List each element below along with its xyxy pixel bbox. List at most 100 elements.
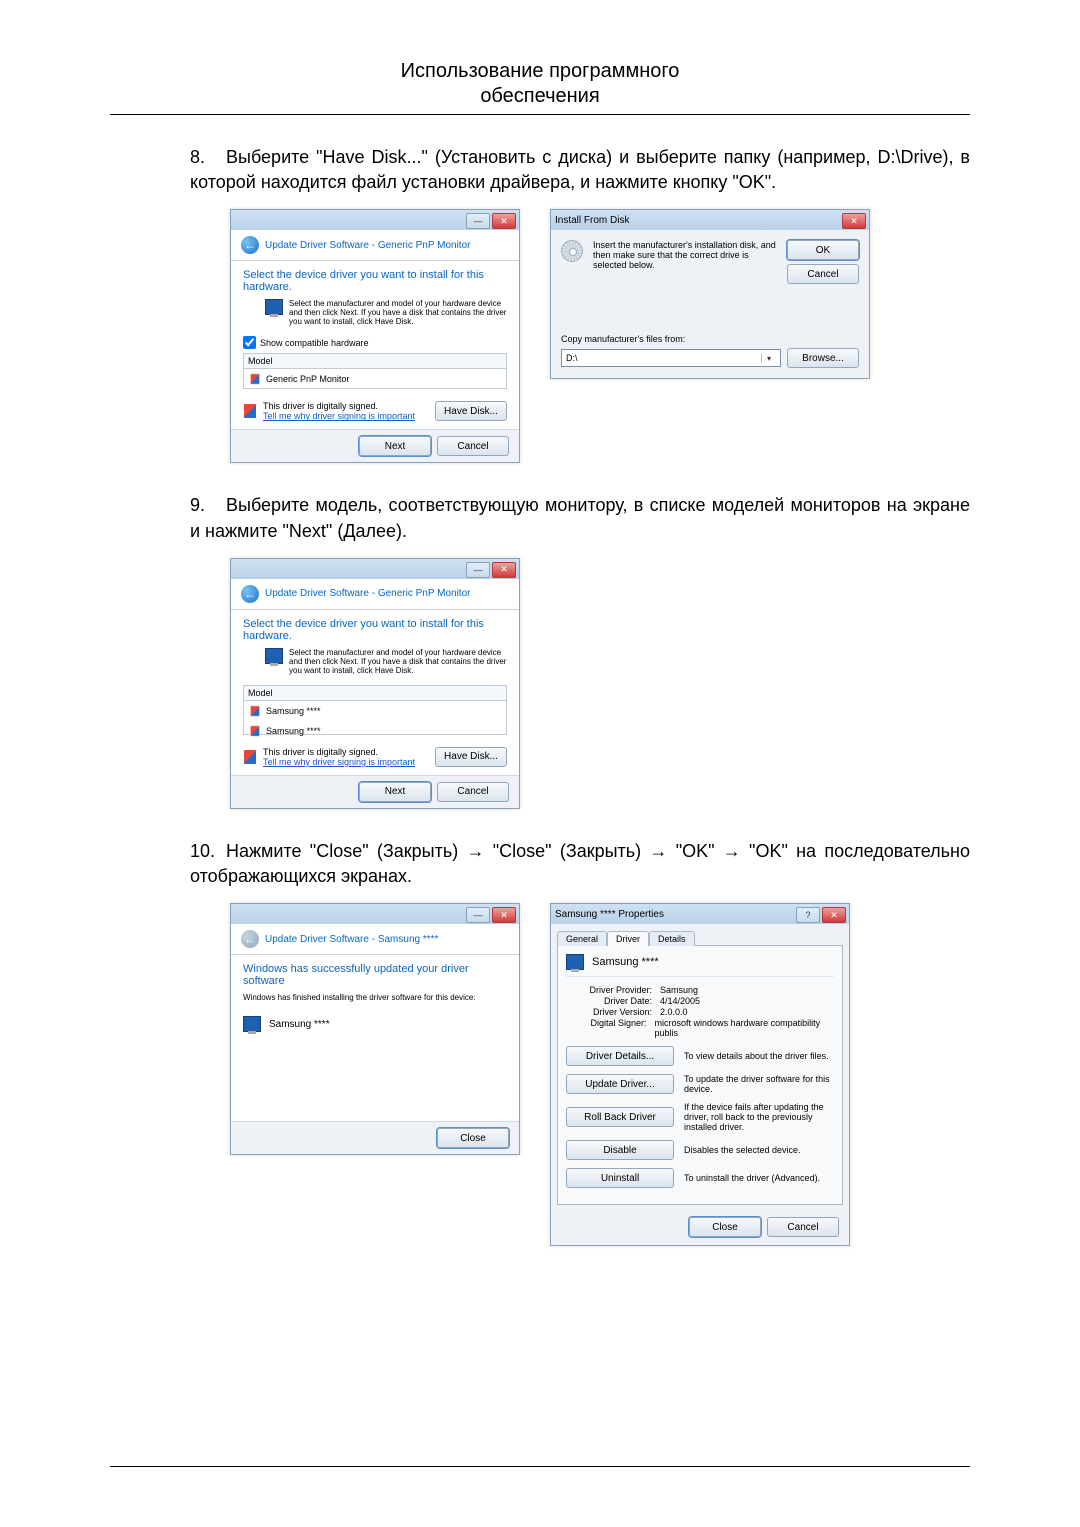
- copy-from-combobox[interactable]: D:\ ▾: [561, 349, 781, 367]
- page: Использование программного обеспечения 8…: [0, 0, 1080, 1527]
- step-10: 10.Нажмите "Close" (Закрыть) → "Close" (…: [190, 839, 970, 889]
- step-9-number: 9.: [190, 493, 226, 518]
- device-row: Samsung ****: [243, 1016, 507, 1032]
- step-8-figures: — ✕ ← Update Driver Software - Generic P…: [230, 209, 970, 463]
- model-listbox[interactable]: Model Samsung **** Samsung ****: [243, 685, 507, 735]
- kv-driver-provider: Driver Provider: Samsung: [566, 985, 834, 995]
- wizard-body: Windows has successfully updated your dr…: [231, 955, 519, 1121]
- signing-important-link[interactable]: Tell me why driver signing is important: [263, 757, 415, 767]
- step-9: 9.Выберите модель, соответствующую монит…: [190, 493, 970, 543]
- driver-details-desc: To view details about the driver files.: [684, 1051, 834, 1061]
- step-10-figures: — ✕ ← Update Driver Software - Samsung *…: [230, 903, 970, 1246]
- properties-device-name: Samsung ****: [592, 956, 659, 968]
- install-from-disk-buttons: OK Cancel: [787, 240, 859, 284]
- have-disk-button[interactable]: Have Disk...: [435, 401, 507, 421]
- cancel-button[interactable]: Cancel: [437, 782, 509, 802]
- titlebar: — ✕: [231, 559, 519, 579]
- wizard-subtext: Select the manufacturer and model of you…: [265, 299, 507, 326]
- have-disk-button[interactable]: Have Disk...: [435, 747, 507, 767]
- signed-text: This driver is digitally signed.: [263, 401, 415, 411]
- signed-text-block: This driver is digitally signed. Tell me…: [263, 747, 415, 767]
- header-rule: [110, 114, 970, 115]
- shield-icon: [250, 705, 260, 716]
- close-button[interactable]: ✕: [822, 907, 846, 923]
- monitor-icon: [243, 1016, 261, 1032]
- kv-driver-version: Driver Version: 2.0.0.0: [566, 1007, 834, 1017]
- minimize-button[interactable]: —: [466, 213, 490, 229]
- model-list-item-2: Samsung ****: [266, 726, 321, 736]
- step-10-number: 10.: [190, 839, 226, 864]
- close-button[interactable]: ✕: [492, 213, 516, 229]
- wizard-instruction: Select the device driver you want to ins…: [243, 618, 507, 642]
- step-10-text: Нажмите "Close" (Закрыть) → "Close" (Зак…: [190, 841, 970, 886]
- next-button[interactable]: Next: [359, 436, 431, 456]
- back-arrow-icon[interactable]: ←: [241, 585, 259, 603]
- close-button[interactable]: Close: [689, 1217, 761, 1237]
- wizard-footer: Next Cancel: [231, 775, 519, 808]
- kv-key: Driver Provider:: [566, 985, 660, 995]
- model-list-row[interactable]: Generic PnP Monitor: [244, 369, 506, 389]
- disable-button[interactable]: Disable: [566, 1140, 674, 1160]
- copy-from-label: Copy manufacturer's files from:: [561, 334, 859, 344]
- header-line-1: Использование программного: [110, 60, 970, 83]
- show-compatible-label: Show compatible hardware: [260, 338, 369, 348]
- minimize-button[interactable]: —: [466, 907, 490, 923]
- kv-value: 4/14/2005: [660, 996, 700, 1006]
- tab-details[interactable]: Details: [649, 931, 695, 946]
- back-arrow-icon[interactable]: ←: [241, 236, 259, 254]
- wizard-nav-title: Update Driver Software - Generic PnP Mon…: [265, 240, 470, 251]
- show-compatible-checkbox[interactable]: Show compatible hardware: [243, 336, 507, 349]
- model-list-header: Model: [244, 686, 506, 701]
- properties-footer: Close Cancel: [551, 1211, 849, 1245]
- driver-details-button[interactable]: Driver Details...: [566, 1046, 674, 1066]
- signed-row: This driver is digitally signed. Tell me…: [243, 401, 507, 421]
- minimize-button[interactable]: —: [466, 562, 490, 578]
- shield-icon: [243, 403, 257, 419]
- install-from-disk-message: Insert the manufacturer's installation d…: [593, 240, 777, 270]
- disable-desc: Disables the selected device.: [684, 1145, 834, 1155]
- tab-general[interactable]: General: [557, 931, 607, 946]
- help-button[interactable]: ?: [796, 907, 820, 923]
- update-driver-button[interactable]: Update Driver...: [566, 1074, 674, 1094]
- next-button[interactable]: Next: [359, 782, 431, 802]
- header-line-2: обеспечения: [110, 85, 970, 108]
- properties-title: Samsung **** Properties: [555, 909, 664, 920]
- install-from-disk-title: Install From Disk: [555, 215, 629, 226]
- close-button[interactable]: ✕: [492, 907, 516, 923]
- model-listbox[interactable]: Model Generic PnP Monitor: [243, 353, 507, 389]
- dialog-install-from-disk: Install From Disk ✕ Insert the manufactu…: [550, 209, 870, 379]
- chevron-down-icon[interactable]: ▾: [761, 354, 776, 363]
- show-compatible-checkbox-input[interactable]: [243, 336, 256, 349]
- cancel-button[interactable]: Cancel: [767, 1217, 839, 1237]
- browse-button[interactable]: Browse...: [787, 348, 859, 368]
- wizard-footer: Next Cancel: [231, 429, 519, 462]
- copy-from-path: D:\: [566, 353, 578, 363]
- kv-key: Driver Date:: [566, 996, 660, 1006]
- close-button[interactable]: ✕: [492, 562, 516, 578]
- wizard-footer: Close: [231, 1121, 519, 1154]
- roll-back-driver-button[interactable]: Roll Back Driver: [566, 1107, 674, 1127]
- signed-text-block: This driver is digitally signed. Tell me…: [263, 401, 415, 421]
- step-9-text: Выберите модель, соответствующую монитор…: [190, 495, 970, 540]
- tab-driver[interactable]: Driver: [607, 931, 649, 946]
- back-arrow-icon[interactable]: ←: [241, 930, 259, 948]
- window-buttons: ✕: [842, 213, 866, 229]
- action-roll-back: Roll Back Driver If the device fails aft…: [566, 1102, 834, 1132]
- kv-key: Driver Version:: [566, 1007, 660, 1017]
- cancel-button[interactable]: Cancel: [437, 436, 509, 456]
- signing-important-link[interactable]: Tell me why driver signing is important: [263, 411, 415, 421]
- model-list-row[interactable]: Samsung ****: [244, 701, 506, 721]
- cancel-button[interactable]: Cancel: [787, 264, 859, 284]
- ok-button[interactable]: OK: [787, 240, 859, 260]
- model-list-row[interactable]: Samsung ****: [244, 721, 506, 741]
- step-8: 8.Выберите "Have Disk..." (Установить с …: [190, 145, 970, 195]
- wizard-instruction: Windows has successfully updated your dr…: [243, 963, 507, 987]
- window-buttons: — ✕: [466, 907, 516, 923]
- uninstall-button[interactable]: Uninstall: [566, 1168, 674, 1188]
- close-button[interactable]: Close: [437, 1128, 509, 1148]
- kv-driver-date: Driver Date: 4/14/2005: [566, 996, 834, 1006]
- monitor-icon: [265, 648, 283, 664]
- titlebar: — ✕: [231, 904, 519, 924]
- close-button[interactable]: ✕: [842, 213, 866, 229]
- action-disable: Disable Disables the selected device.: [566, 1140, 834, 1160]
